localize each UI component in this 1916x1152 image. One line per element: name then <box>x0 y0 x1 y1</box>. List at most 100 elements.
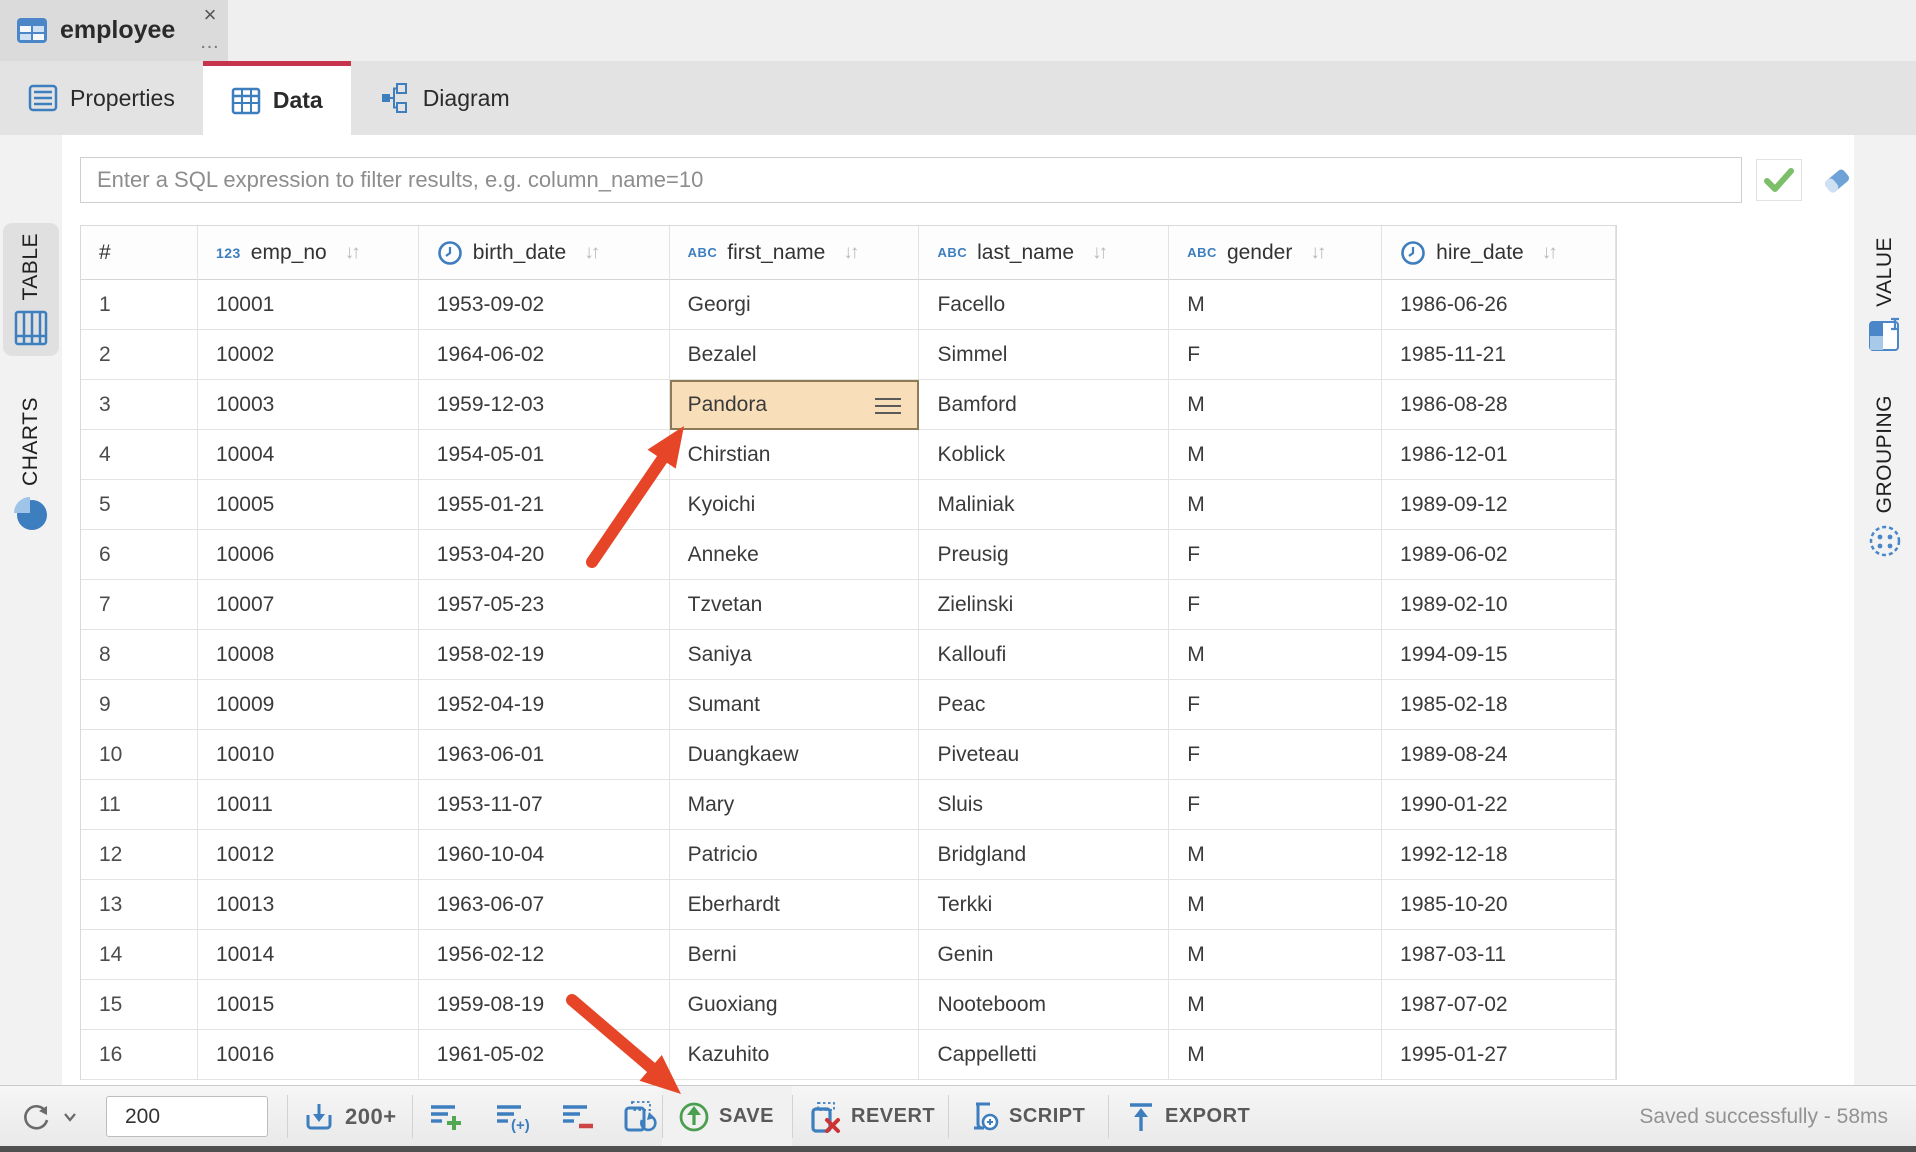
data-cell[interactable]: 10001 <box>198 280 419 330</box>
column-header-hire_date[interactable]: hire_date↓↑ <box>1382 226 1616 280</box>
data-cell[interactable]: 10013 <box>198 880 419 930</box>
data-cell[interactable]: 1961-05-02 <box>419 1030 670 1080</box>
row-number-cell[interactable]: 6 <box>81 530 198 580</box>
row-number-cell[interactable]: 12 <box>81 830 198 880</box>
data-cell[interactable]: Anneke <box>670 530 920 580</box>
row-number-cell[interactable]: 2 <box>81 330 198 380</box>
tab-data[interactable]: Data <box>203 61 351 135</box>
data-cell[interactable]: Bamford <box>919 380 1169 430</box>
tab-properties[interactable]: Properties <box>0 61 203 135</box>
data-cell[interactable]: 1954-05-01 <box>419 430 670 480</box>
data-cell[interactable]: Patricio <box>670 830 920 880</box>
data-cell[interactable]: 10004 <box>198 430 419 480</box>
row-number-cell[interactable]: 16 <box>81 1030 198 1080</box>
data-cell[interactable]: Facello <box>919 280 1169 330</box>
data-cell[interactable]: 1987-03-11 <box>1382 930 1616 980</box>
data-cell[interactable]: 1955-01-21 <box>419 480 670 530</box>
data-cell[interactable]: Kalloufi <box>919 630 1169 680</box>
data-cell[interactable]: 1959-12-03 <box>419 380 670 430</box>
cell-menu-icon[interactable] <box>875 405 901 407</box>
data-cell[interactable]: 1953-04-20 <box>419 530 670 580</box>
data-cell[interactable]: M <box>1169 380 1382 430</box>
data-cell[interactable]: Kazuhito <box>670 1030 920 1080</box>
data-cell[interactable]: M <box>1169 930 1382 980</box>
data-cell[interactable]: Berni <box>670 930 920 980</box>
data-cell[interactable]: Cappelletti <box>919 1030 1169 1080</box>
data-cell[interactable]: 1986-08-28 <box>1382 380 1616 430</box>
data-cell[interactable]: 1994-09-15 <box>1382 630 1616 680</box>
column-header-last_name[interactable]: ABClast_name↓↑ <box>919 226 1169 280</box>
data-cell[interactable]: 10009 <box>198 680 419 730</box>
editor-tab-employee[interactable]: employee × … <box>0 0 228 61</box>
data-cell[interactable]: 1959-08-19 <box>419 980 670 1030</box>
data-cell[interactable]: 1963-06-07 <box>419 880 670 930</box>
data-cell[interactable]: 1964-06-02 <box>419 330 670 380</box>
data-cell[interactable]: Simmel <box>919 330 1169 380</box>
revert-button[interactable]: REVERT <box>808 1086 935 1147</box>
data-cell[interactable]: 10008 <box>198 630 419 680</box>
column-header-birth_date[interactable]: birth_date↓↑ <box>419 226 670 280</box>
data-cell[interactable]: Georgi <box>670 280 920 330</box>
data-cell[interactable]: M <box>1169 1030 1382 1080</box>
row-number-cell[interactable]: 5 <box>81 480 198 530</box>
data-cell[interactable]: Nooteboom <box>919 980 1169 1030</box>
data-cell[interactable]: 10007 <box>198 580 419 630</box>
data-cell[interactable]: Zielinski <box>919 580 1169 630</box>
selected-edited-cell[interactable]: Pandora <box>670 380 920 430</box>
data-cell[interactable]: Tzvetan <box>670 580 920 630</box>
data-cell[interactable]: 1985-11-21 <box>1382 330 1616 380</box>
data-cell[interactable]: 1952-04-19 <box>419 680 670 730</box>
data-cell[interactable]: M <box>1169 830 1382 880</box>
sort-toggle-icon[interactable]: ↓↑ <box>345 242 358 264</box>
data-cell[interactable]: 10014 <box>198 930 419 980</box>
data-cell[interactable]: 1985-02-18 <box>1382 680 1616 730</box>
data-cell[interactable]: 1992-12-18 <box>1382 830 1616 880</box>
sort-toggle-icon[interactable]: ↓↑ <box>843 242 856 264</box>
data-cell[interactable]: 1989-06-02 <box>1382 530 1616 580</box>
row-number-cell[interactable]: 3 <box>81 380 198 430</box>
data-cell[interactable]: F <box>1169 580 1382 630</box>
data-cell[interactable]: 1989-08-24 <box>1382 730 1616 780</box>
data-cell[interactable]: F <box>1169 680 1382 730</box>
sort-toggle-icon[interactable]: ↓↑ <box>1310 242 1323 264</box>
data-cell[interactable]: 1986-06-26 <box>1382 280 1616 330</box>
row-number-cell[interactable]: 7 <box>81 580 198 630</box>
data-cell[interactable]: Genin <box>919 930 1169 980</box>
data-cell[interactable]: 1963-06-01 <box>419 730 670 780</box>
data-cell[interactable]: Bezalel <box>670 330 920 380</box>
row-number-cell[interactable]: 4 <box>81 430 198 480</box>
column-header-first_name[interactable]: ABCfirst_name↓↑ <box>670 226 920 280</box>
row-number-cell[interactable]: 9 <box>81 680 198 730</box>
data-cell[interactable]: 1985-10-20 <box>1382 880 1616 930</box>
data-cell[interactable]: 10010 <box>198 730 419 780</box>
column-header-emp_no[interactable]: 123emp_no↓↑ <box>198 226 419 280</box>
data-cell[interactable]: 10011 <box>198 780 419 830</box>
data-cell[interactable]: 1960-10-04 <box>419 830 670 880</box>
data-cell[interactable]: 1989-02-10 <box>1382 580 1616 630</box>
data-cell[interactable]: 1953-09-02 <box>419 280 670 330</box>
data-cell[interactable]: Mary <box>670 780 920 830</box>
data-cell[interactable]: 10003 <box>198 380 419 430</box>
data-cell[interactable]: 10002 <box>198 330 419 380</box>
fetch-all-button[interactable]: 200+ <box>302 1086 397 1147</box>
data-cell[interactable]: Koblick <box>919 430 1169 480</box>
close-icon[interactable]: × <box>196 2 224 28</box>
data-cell[interactable]: 1995-01-27 <box>1382 1030 1616 1080</box>
data-cell[interactable]: M <box>1169 980 1382 1030</box>
data-cell[interactable]: Maliniak <box>919 480 1169 530</box>
data-cell[interactable]: F <box>1169 780 1382 830</box>
data-cell[interactable]: Eberhardt <box>670 880 920 930</box>
panel-tab-table[interactable]: TABLE <box>3 223 59 356</box>
data-cell[interactable]: 10005 <box>198 480 419 530</box>
panel-tab-grouping[interactable]: GROUPING <box>1857 385 1913 569</box>
data-cell[interactable]: M <box>1169 430 1382 480</box>
row-number-cell[interactable]: 14 <box>81 930 198 980</box>
sort-toggle-icon[interactable]: ↓↑ <box>1542 242 1555 264</box>
data-cell[interactable]: 1987-07-02 <box>1382 980 1616 1030</box>
data-cell[interactable]: Sumant <box>670 680 920 730</box>
column-header-gender[interactable]: ABCgender↓↑ <box>1169 226 1382 280</box>
script-button[interactable]: SCRIPT <box>966 1086 1085 1147</box>
data-cell[interactable]: F <box>1169 530 1382 580</box>
data-cell[interactable]: Piveteau <box>919 730 1169 780</box>
data-cell[interactable]: Bridgland <box>919 830 1169 880</box>
